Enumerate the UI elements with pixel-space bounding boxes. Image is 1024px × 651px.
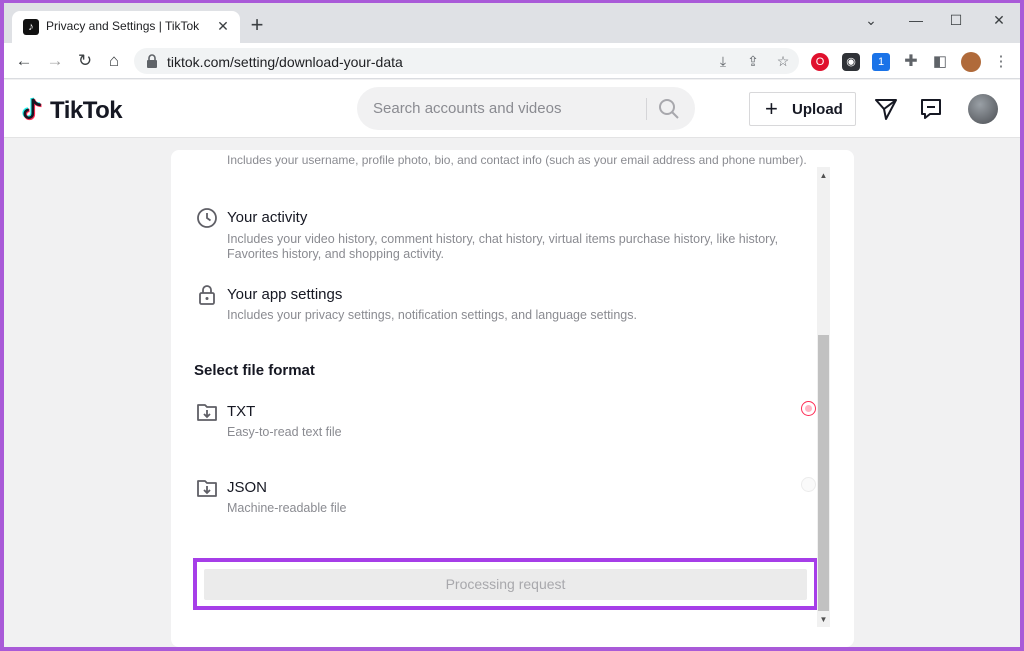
send-icon[interactable] (874, 97, 898, 121)
activity-description: Includes your video history, comment his… (227, 232, 779, 261)
address-bar[interactable]: tiktok.com/setting/download-your-data ⤓ … (134, 48, 799, 74)
inbox-icon[interactable] (919, 97, 943, 121)
tab-close-icon[interactable]: ✕ (214, 17, 232, 35)
user-avatar[interactable] (968, 94, 998, 124)
logo-text: TikTok (50, 97, 123, 124)
download-folder-icon (197, 480, 217, 497)
url-text: tiktok.com/setting/download-your-data (167, 54, 403, 70)
reload-button[interactable]: ↻ (74, 50, 96, 72)
lock-icon (199, 285, 215, 305)
tab-title: Privacy and Settings | TikTok (46, 19, 200, 33)
tiktok-favicon-icon: ♪ (23, 19, 39, 35)
json-option-title[interactable]: JSON (227, 479, 267, 496)
processing-request-button[interactable]: Processing request (204, 569, 807, 600)
activity-title: Your activity (227, 209, 308, 226)
download-folder-icon (197, 404, 217, 421)
json-option-description: Machine-readable file (227, 501, 347, 515)
tab-strip: ♪ Privacy and Settings | TikTok ✕ + ⌄ — … (4, 3, 1020, 43)
install-app-icon[interactable]: ⤓ (714, 52, 732, 70)
side-panel-icon[interactable]: ◧ (931, 53, 949, 71)
browser-tab[interactable]: ♪ Privacy and Settings | TikTok ✕ (12, 11, 240, 43)
clock-icon (197, 208, 217, 228)
menu-kebab-icon[interactable]: ⋮ (992, 53, 1010, 71)
txt-option-description: Easy-to-read text file (227, 425, 342, 439)
highlight-box: Processing request (193, 558, 818, 610)
search-divider (646, 98, 647, 120)
search-placeholder: Search accounts and videos (373, 100, 562, 117)
upload-label: Upload (792, 101, 843, 118)
lock-icon (147, 54, 157, 68)
close-window-button[interactable]: ✕ (988, 9, 1010, 31)
file-format-heading: Select file format (194, 362, 315, 379)
scroll-down-arrow-icon[interactable]: ▼ (817, 613, 830, 626)
extension-badge-icon[interactable]: 1 (872, 53, 890, 71)
scroll-thumb[interactable] (818, 335, 829, 611)
tab-search-chevron-icon[interactable]: ⌄ (860, 9, 882, 31)
txt-radio[interactable] (801, 401, 816, 416)
txt-option-title[interactable]: TXT (227, 403, 255, 420)
plus-icon: + (765, 96, 778, 121)
profile-avatar[interactable] (961, 52, 981, 72)
maximize-button[interactable]: ☐ (945, 9, 967, 31)
browser-window: ♪ Privacy and Settings | TikTok ✕ + ⌄ — … (4, 3, 1020, 647)
profile-description-clipped: Includes your username, profile photo, b… (227, 153, 807, 167)
minimize-button[interactable]: — (905, 9, 927, 31)
tiktok-header: TikTok Search accounts and videos + Uplo… (4, 80, 1020, 138)
incognito-extension-icon[interactable]: ◉ (842, 53, 860, 71)
search-input[interactable]: Search accounts and videos (357, 87, 695, 130)
json-radio[interactable] (801, 477, 816, 492)
bookmark-star-icon[interactable]: ☆ (774, 52, 792, 70)
home-button[interactable]: ⌂ (103, 50, 125, 72)
app-settings-description: Includes your privacy settings, notifica… (227, 308, 637, 322)
puzzle-extensions-icon[interactable]: ✚ (902, 53, 920, 71)
tiktok-note-icon (22, 97, 42, 121)
extension-badge-count: 1 (877, 56, 885, 68)
share-icon[interactable]: ⇪ (744, 52, 762, 70)
upload-button[interactable]: + Upload (749, 92, 856, 126)
download-data-card: Includes your username, profile photo, b… (171, 150, 854, 647)
back-button[interactable]: ← (13, 50, 35, 72)
search-icon[interactable] (657, 97, 681, 121)
browser-toolbar: ← → ↻ ⌂ tiktok.com/setting/download-your… (4, 43, 1020, 79)
new-tab-button[interactable]: + (247, 14, 267, 36)
opera-extension-icon[interactable]: O (811, 53, 829, 71)
app-settings-title: Your app settings (227, 286, 343, 303)
scroll-up-arrow-icon[interactable]: ▲ (817, 169, 830, 182)
scrollbar[interactable]: ▲ ▼ (817, 167, 830, 627)
forward-button[interactable]: → (44, 50, 66, 72)
